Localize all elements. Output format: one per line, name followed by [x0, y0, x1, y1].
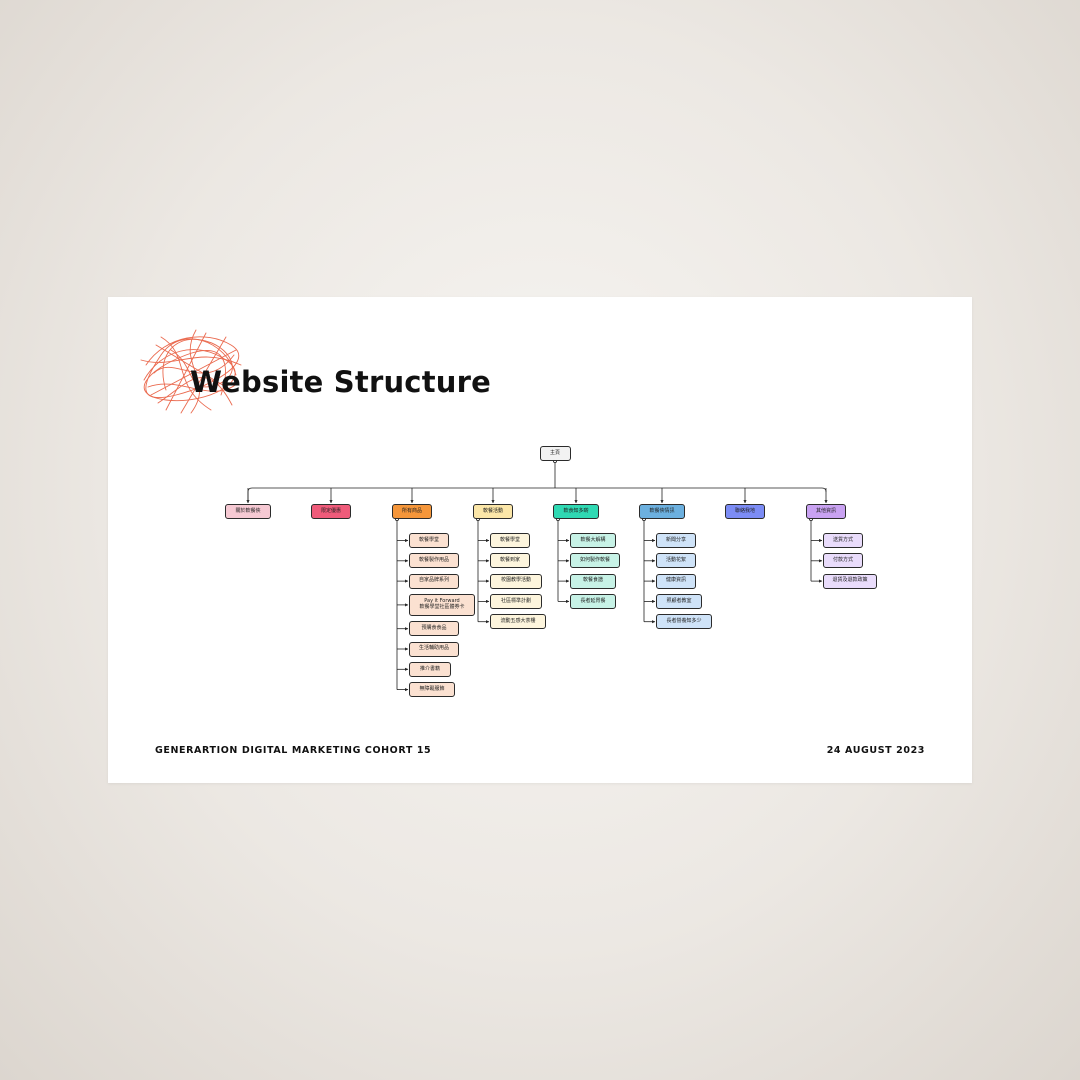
child-node: 流動五感大茶樓 — [490, 614, 546, 630]
child-node: 自家品牌系列 — [409, 573, 459, 589]
category-node: 關於軟餐俠 — [225, 504, 271, 519]
child-node: 送貨方式 — [823, 533, 863, 548]
node-label: 關於軟餐俠 — [235, 507, 261, 514]
node-label: 生活輔助用品 — [418, 645, 449, 652]
node-label: 軟餐學堂 — [499, 536, 520, 543]
category-node: 聯絡我地 — [725, 504, 765, 519]
node-label: 退貨及退款政策 — [832, 577, 868, 584]
child-node: 長者營養知多少 — [656, 614, 712, 630]
child-node: 新聞分享 — [656, 533, 696, 548]
node-label: 軟餐製作用品 — [418, 557, 449, 564]
node-label: 推介書籍 — [419, 665, 440, 672]
node-label: 限定優惠 — [320, 507, 341, 514]
child-node: 軟餐學堂 — [409, 533, 449, 548]
child-node: 長者延胃餐 — [570, 593, 616, 609]
child-node: 如何製作軟餐 — [570, 553, 620, 569]
connector-bus — [247, 487, 827, 503]
child-node: 退貨及退款政策 — [823, 573, 877, 589]
node-label: 軟餐學堂社區體券卡 — [419, 603, 465, 610]
child-node: 預購食食品 — [409, 621, 459, 637]
node-label: 所有商品 — [401, 507, 422, 514]
node-label: 社區標準計劃 — [500, 597, 531, 604]
child-node: 軟餐食譜 — [570, 573, 616, 589]
node-label: 流動五感大茶樓 — [500, 617, 536, 624]
node-label: 新聞分享 — [665, 536, 686, 543]
node-label: 校園教學活動 — [500, 577, 531, 584]
node-label: 軟餐大解構 — [580, 536, 606, 543]
node-label: 聯絡我地 — [734, 507, 755, 514]
category-node: 其他資訊 — [806, 504, 846, 519]
node-label: 付款方式 — [832, 557, 853, 564]
node-label: 長者營養知多少 — [666, 617, 702, 624]
footer-date: 24 AUGUST 2023 — [826, 745, 925, 756]
node-label: 軟餐俠情訊 — [649, 507, 675, 514]
site-structure-diagram: 主頁關於軟餐俠 限定優惠 所有商品軟餐學堂軟餐製作用品 自家品牌系列 Pay it Fo… — [108, 297, 972, 783]
child-node: 軟餐到家 — [490, 553, 530, 569]
child-node: 健康資訊 — [656, 573, 696, 589]
node-label: 主頁 — [549, 449, 560, 456]
node-label: 送貨方式 — [832, 536, 853, 543]
category-node: 所有商品 — [392, 504, 432, 519]
category-node: 軟餐活動 — [473, 504, 513, 519]
node-label: 預購食食品 — [421, 624, 447, 631]
node-label: 活動花絮 — [665, 557, 686, 564]
node-label: 如何製作軟餐 — [579, 557, 610, 564]
footer-left: GENERARTION DIGITAL MARKETING COHORT 15 — [155, 745, 432, 756]
node-label: 其他資訊 — [815, 507, 836, 514]
child-node: 照顧者教室 — [656, 593, 702, 609]
child-node: 軟餐學堂 — [490, 533, 530, 548]
node-label: 軟食知多啲 — [563, 507, 589, 514]
node-label: 健康資訊 — [665, 577, 686, 584]
category-node: 限定優惠 — [311, 504, 351, 519]
node-label: 長者延胃餐 — [580, 597, 606, 604]
child-node: 活動花絮 — [656, 553, 696, 569]
child-node: Pay it Forward 軟餐學堂社區體券卡 — [409, 593, 475, 616]
child-node: 無障礙服飾 — [409, 682, 455, 698]
node-label: 自家品牌系列 — [418, 577, 449, 584]
child-node: 付款方式 — [823, 553, 863, 569]
node-label: 軟餐學堂 — [418, 536, 439, 543]
node-label: 無障礙服飾 — [419, 685, 445, 692]
child-node: 軟餐製作用品 — [409, 553, 459, 569]
root-node-home: 主頁 — [539, 446, 571, 461]
child-node: 軟餐大解構 — [570, 533, 616, 548]
child-node: 社區標準計劃 — [490, 593, 542, 609]
child-node: 校園教學活動 — [490, 573, 542, 589]
child-node: 生活輔助用品 — [409, 641, 459, 657]
node-label: 軟餐到家 — [499, 557, 520, 564]
child-node: 推介書籍 — [409, 661, 451, 677]
node-label: 軟餐食譜 — [582, 577, 603, 584]
category-node: 軟餐俠情訊 — [639, 504, 685, 519]
node-label: 照顧者教室 — [666, 597, 692, 604]
category-node: 軟食知多啲 — [553, 504, 599, 519]
slide-card: Website Structure 主頁 關於軟餐俠 限定優惠 所有商品 軟餐學堂 軟餐製… — [108, 297, 972, 783]
node-label: 軟餐活動 — [482, 507, 503, 514]
